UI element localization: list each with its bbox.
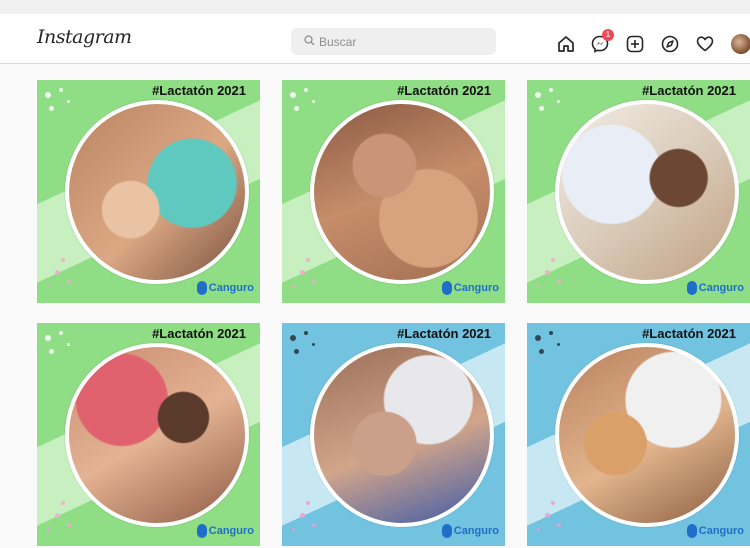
decorative-dot bbox=[59, 331, 63, 335]
decorative-dot bbox=[290, 92, 296, 98]
top-navigation-bar: Instagram 1 bbox=[0, 14, 750, 64]
decorative-dot bbox=[47, 528, 50, 531]
post-hashtag: #Lactatón 2021 bbox=[397, 83, 491, 98]
home-icon[interactable] bbox=[556, 34, 576, 54]
decorative-dot bbox=[294, 349, 299, 354]
decorative-dot bbox=[292, 528, 295, 531]
decorative-dot bbox=[294, 106, 299, 111]
post-tile[interactable]: #Lactatón 2021 Canguro bbox=[37, 80, 260, 303]
decorative-dot bbox=[67, 100, 70, 103]
decorative-dot bbox=[304, 331, 308, 335]
decorative-dot bbox=[300, 270, 305, 275]
brand-logo: Canguro bbox=[686, 281, 744, 295]
post-hashtag: #Lactatón 2021 bbox=[642, 83, 736, 98]
post-photo bbox=[310, 100, 494, 284]
decorative-dot bbox=[67, 523, 71, 527]
activity-heart-icon[interactable] bbox=[695, 34, 715, 54]
decorative-dot bbox=[312, 343, 315, 346]
kangaroo-logo-icon bbox=[686, 281, 697, 295]
decorative-dot bbox=[557, 523, 561, 527]
decorative-dot bbox=[312, 280, 316, 284]
post-tile[interactable]: #Lactatón 2021 Canguro bbox=[527, 80, 750, 303]
decorative-dot bbox=[537, 285, 540, 288]
decorative-dot bbox=[557, 100, 560, 103]
explore-icon[interactable] bbox=[660, 34, 680, 54]
brand-label: Canguro bbox=[453, 525, 499, 537]
instagram-logo[interactable]: Instagram bbox=[37, 26, 132, 48]
decorative-dot bbox=[535, 92, 541, 98]
decorative-dot bbox=[290, 335, 296, 341]
post-photo bbox=[555, 343, 739, 527]
decorative-dot bbox=[49, 106, 54, 111]
decorative-dot bbox=[49, 349, 54, 354]
decorative-dot bbox=[551, 501, 555, 505]
brand-logo: Canguro bbox=[441, 281, 499, 295]
brand-label: Canguro bbox=[453, 282, 499, 294]
decorative-dot bbox=[535, 335, 541, 341]
decorative-dot bbox=[312, 523, 316, 527]
decorative-dot bbox=[67, 280, 71, 284]
decorative-dot bbox=[292, 285, 295, 288]
new-post-icon[interactable] bbox=[625, 34, 645, 54]
search-input[interactable] bbox=[319, 32, 489, 51]
decorative-dot bbox=[545, 270, 550, 275]
decorative-dot bbox=[45, 335, 51, 341]
post-tile[interactable]: #Lactatón 2021 Canguro bbox=[527, 323, 750, 546]
post-tile[interactable]: #Lactatón 2021 Canguro bbox=[282, 80, 505, 303]
kangaroo-logo-icon bbox=[196, 281, 207, 295]
post-hashtag: #Lactatón 2021 bbox=[152, 83, 246, 98]
decorative-dot bbox=[549, 88, 553, 92]
decorative-dot bbox=[306, 501, 310, 505]
brand-label: Canguro bbox=[698, 282, 744, 294]
brand-logo: Canguro bbox=[441, 524, 499, 538]
search-box[interactable] bbox=[291, 28, 496, 55]
kangaroo-logo-icon bbox=[196, 524, 207, 538]
decorative-dot bbox=[549, 331, 553, 335]
decorative-dot bbox=[55, 513, 60, 518]
kangaroo-logo-icon bbox=[441, 281, 452, 295]
brand-label: Canguro bbox=[208, 525, 254, 537]
decorative-dot bbox=[551, 258, 555, 262]
decorative-dot bbox=[557, 280, 561, 284]
post-photo bbox=[310, 343, 494, 527]
post-photo bbox=[65, 100, 249, 284]
decorative-dot bbox=[47, 285, 50, 288]
search-icon bbox=[304, 35, 315, 46]
decorative-dot bbox=[545, 513, 550, 518]
browser-top-strip bbox=[0, 0, 750, 14]
notification-badge: 1 bbox=[602, 29, 614, 41]
decorative-dot bbox=[55, 270, 60, 275]
post-tile[interactable]: #Lactatón 2021 Canguro bbox=[282, 323, 505, 546]
decorative-dot bbox=[67, 343, 70, 346]
decorative-dot bbox=[300, 513, 305, 518]
decorative-dot bbox=[312, 100, 315, 103]
decorative-dot bbox=[61, 501, 65, 505]
post-hashtag: #Lactatón 2021 bbox=[152, 326, 246, 341]
kangaroo-logo-icon bbox=[686, 524, 697, 538]
post-tile[interactable]: #Lactatón 2021 Canguro bbox=[37, 323, 260, 546]
kangaroo-logo-icon bbox=[441, 524, 452, 538]
decorative-dot bbox=[61, 258, 65, 262]
decorative-dot bbox=[537, 528, 540, 531]
post-hashtag: #Lactatón 2021 bbox=[397, 326, 491, 341]
decorative-dot bbox=[539, 349, 544, 354]
decorative-dot bbox=[45, 92, 51, 98]
decorative-dot bbox=[306, 258, 310, 262]
brand-logo: Canguro bbox=[686, 524, 744, 538]
brand-label: Canguro bbox=[208, 282, 254, 294]
decorative-dot bbox=[304, 88, 308, 92]
profile-avatar[interactable] bbox=[731, 34, 750, 54]
brand-label: Canguro bbox=[698, 525, 744, 537]
decorative-dot bbox=[539, 106, 544, 111]
decorative-dot bbox=[557, 343, 560, 346]
post-photo bbox=[555, 100, 739, 284]
decorative-dot bbox=[59, 88, 63, 92]
post-photo bbox=[65, 343, 249, 527]
brand-logo: Canguro bbox=[196, 281, 254, 295]
post-hashtag: #Lactatón 2021 bbox=[642, 326, 736, 341]
brand-logo: Canguro bbox=[196, 524, 254, 538]
